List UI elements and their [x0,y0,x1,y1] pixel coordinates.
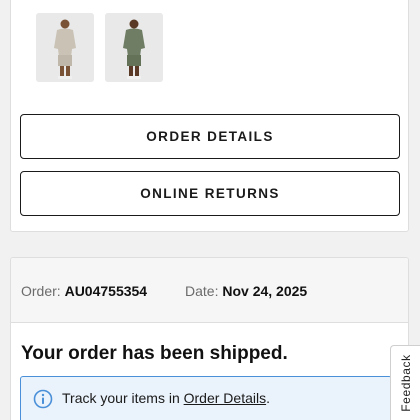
tracking-info-banner: Track your items in Order Details. [20,376,392,420]
order-number-label: Order: [21,283,61,299]
order-summary-header: Order: AU04755354 Date: Nov 24, 2025 [11,258,408,323]
order-date-value: Nov 24, 2025 [222,283,308,299]
order-confirmation-page: ORDER DETAILS ONLINE RETURNS Order: AU04… [0,0,420,420]
tracking-info-prefix: Track your items in [62,390,184,406]
shipment-status-heading: Your order has been shipped. [21,343,288,364]
product-thumbnails [36,13,163,82]
tracking-info-suffix: . [266,390,270,406]
order-items-card: ORDER DETAILS ONLINE RETURNS [10,0,409,232]
order-date-label: Date: [185,283,219,299]
person-beige-outfit-image [36,13,94,82]
info-icon [33,389,53,409]
feedback-label: Feedback [398,354,413,413]
product-thumbnail[interactable] [36,13,94,82]
order-number-meta: Order: AU04755354 [21,283,147,299]
order-date-meta: Date: Nov 24, 2025 [185,283,307,299]
product-thumbnail[interactable] [105,13,163,82]
feedback-tab[interactable]: Feedback [390,345,420,420]
order-summary-card: Order: AU04755354 Date: Nov 24, 2025 You… [10,257,409,420]
order-details-link[interactable]: Order Details [184,390,266,406]
order-number-value: AU04755354 [64,283,148,299]
order-details-button[interactable]: ORDER DETAILS [20,114,400,159]
person-green-outfit-image [105,13,163,82]
tracking-info-text: Track your items in Order Details. [62,390,270,406]
online-returns-button[interactable]: ONLINE RETURNS [20,171,400,216]
